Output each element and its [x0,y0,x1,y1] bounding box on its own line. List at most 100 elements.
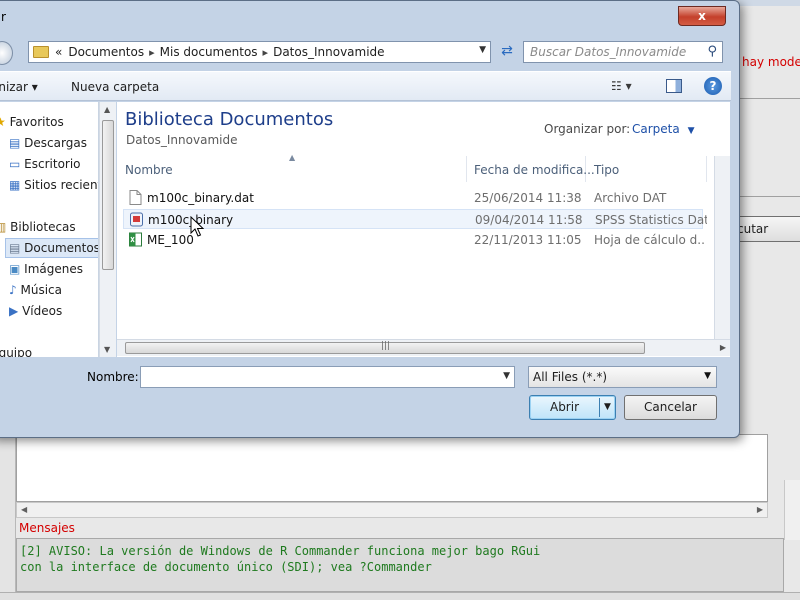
organize-by-dropdown[interactable]: Carpeta ▼ [632,122,694,136]
nav-group-bibliotecas[interactable]: ▥ Bibliotecas [0,220,76,234]
view-options-icon[interactable]: ☷ ▾ [611,79,632,93]
open-button-label: Abrir [549,400,580,414]
column-header-nombre[interactable]: Nombre [117,156,467,182]
chevron-down-icon[interactable]: ▼ [704,371,711,381]
filename-label: Nombre: [87,370,139,384]
filter-value: All Files (*.*) [533,370,608,384]
scroll-left-icon[interactable]: ◀ [21,505,27,514]
nav-item-videos[interactable]: ▶ Vídeos [9,304,62,318]
toolbar: anizar ▾ Nueva carpeta ☷ ▾ ? [0,71,731,101]
file-row[interactable]: ME_100 22/11/2013 11:05 Hoja de cálculo … [123,230,706,250]
mouse-cursor-icon [190,216,204,237]
nav-group-label: Favoritos [9,115,64,129]
nav-item-descargas[interactable]: ▤ Descargas [9,136,87,150]
file-type: Archivo DAT [594,191,667,205]
organize-by-label: Organizar por: [544,122,631,136]
model-warning-text: hay model [742,55,800,69]
filename-input[interactable]: ▼ [140,366,515,388]
nav-group-label: Equipo [0,346,33,357]
open-button[interactable]: Abrir ▼ [529,395,616,420]
nav-item-label: Escritorio [24,157,81,171]
chevron-right-icon[interactable]: ▸ [149,46,155,59]
search-input[interactable]: Buscar Datos_Innovamide ⚲ [523,41,723,63]
scroll-down-icon[interactable]: ▼ [104,345,110,354]
address-bar[interactable]: « Documentos ▸ Mis documentos ▸ Datos_In… [28,41,491,63]
scrollbar-thumb[interactable]: ||| [125,341,645,354]
cancel-button[interactable]: Cancelar [624,395,717,420]
chevron-down-icon[interactable]: ▼ [503,371,510,381]
nav-item-documentos[interactable]: ▤ Documentos [5,238,99,258]
excel-icon [129,232,142,247]
file-type-filter[interactable]: All Files (*.*) ▼ [528,366,717,388]
close-button[interactable]: x [678,6,726,26]
scroll-up-icon[interactable]: ▲ [104,105,110,114]
nav-group-equipo[interactable]: Equipo [0,346,32,357]
star-icon: ★ [0,115,6,129]
organize-button[interactable]: anizar ▾ [0,80,38,94]
file-name: ME_100 [147,233,194,247]
messages-label: Mensajes [19,521,75,535]
spss-icon [130,212,143,227]
refresh-icon[interactable]: ⇄ [496,41,518,63]
column-header-tipo[interactable]: Tipo [586,156,707,182]
scrollbar-thumb[interactable] [102,120,114,270]
scroll-right-icon[interactable]: ▶ [720,343,726,352]
library-icon: ▥ [0,220,6,234]
library-subtitle: Datos_Innovamide [126,133,238,147]
output-vertical-scrollbar[interactable] [784,480,800,540]
nav-item-label: Documentos [24,241,99,255]
nav-item-label: Descargas [24,136,87,150]
search-placeholder: Buscar Datos_Innovamide [530,45,687,59]
breadcrumb-documentos[interactable]: Documentos [68,45,144,59]
file-date: 25/06/2014 11:38 [474,191,582,205]
file-row[interactable]: m100c_binary 09/04/2014 11:58 SPSS Stati… [123,209,707,229]
nav-item-escritorio[interactable]: ▭ Escritorio [9,157,81,171]
rcommander-left-edge [0,436,16,600]
chevron-right-icon[interactable]: ▸ [263,46,269,59]
desktop-icon: ▭ [9,157,21,171]
file-name: m100c_binary.dat [147,191,254,205]
file-row[interactable]: m100c_binary.dat 25/06/2014 11:38 Archiv… [123,188,703,208]
file-list-vertical-scrollbar[interactable] [714,156,730,339]
output-horizontal-scrollbar[interactable]: ◀ ▶ [16,502,768,518]
nav-group-favoritos[interactable]: ★ Favoritos [0,115,64,129]
dialog-title: r [1,10,6,24]
breadcrumb-datos-innovamide[interactable]: Datos_Innovamide [273,45,384,59]
divider [740,196,800,197]
chevron-down-icon[interactable]: ▼ [604,396,611,419]
preview-pane-icon[interactable] [666,79,682,93]
rcommander-bottom-edge [0,592,800,600]
navigation-scrollbar[interactable]: ▲ ▼ [99,102,116,357]
chevron-down-icon[interactable]: ▼ [479,45,486,55]
file-list-pane: Biblioteca Documentos Datos_Innovamide O… [117,102,730,357]
scroll-right-icon[interactable]: ▶ [757,505,763,514]
back-button[interactable] [0,41,13,65]
messages-pane[interactable]: [2] AVISO: La versión de Windows de R Co… [16,538,784,592]
file-date: 22/11/2013 11:05 [474,233,582,247]
grip-icon: ||| [381,341,391,351]
breadcrumb-prefix[interactable]: « [55,45,62,59]
open-file-dialog: r x « Documentos ▸ Mis documentos ▸ Dato… [0,0,740,438]
nav-group-label: Bibliotecas [10,220,76,234]
search-icon[interactable]: ⚲ [707,44,717,59]
help-icon[interactable]: ? [704,77,722,95]
recent-places-icon: ▦ [9,178,21,192]
videos-icon: ▶ [9,304,19,318]
breadcrumb-mis-documentos[interactable]: Mis documentos [160,45,258,59]
nav-item-imagenes[interactable]: ▣ Imágenes [9,262,83,276]
chevron-down-icon: ▼ [687,126,695,136]
document-icon [129,190,142,205]
organize-by-value: Carpeta [632,122,680,136]
file-type: Hoja de cálculo d... [594,233,706,247]
file-type: SPSS Statistics Dat... [595,213,707,227]
column-header-fecha[interactable]: Fecha de modifica... [466,156,595,182]
nav-item-label: Sitios recientes [24,178,98,192]
nav-item-label: Imágenes [24,262,83,276]
output-pane[interactable] [16,434,768,502]
file-list-horizontal-scrollbar[interactable]: ||| ▶ [117,339,730,356]
nav-item-label: Vídeos [22,304,63,318]
nav-item-musica[interactable]: ♪ Música [9,283,62,297]
downloads-icon: ▤ [9,136,21,150]
new-folder-button[interactable]: Nueva carpeta [71,80,159,94]
nav-item-sitios-recientes[interactable]: ▦ Sitios recientes [9,178,98,192]
